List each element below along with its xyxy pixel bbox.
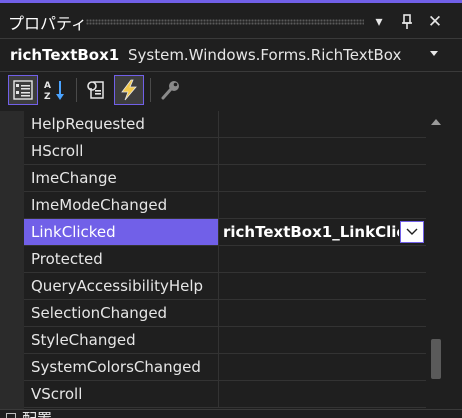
events-lightning-icon bbox=[121, 79, 137, 101]
category-label: 配置 bbox=[22, 412, 52, 418]
event-name: SelectionChanged bbox=[31, 304, 168, 322]
event-handler-value: richTextBox1_LinkClicked bbox=[223, 223, 399, 241]
close-icon[interactable]: ✕ bbox=[424, 11, 446, 33]
event-name: QueryAccessibilityHelp bbox=[31, 277, 204, 295]
pin-icon[interactable] bbox=[396, 11, 418, 33]
collapse-toggle-icon[interactable] bbox=[6, 413, 16, 418]
event-name: StyleChanged bbox=[31, 331, 136, 349]
scroll-up-arrow-icon[interactable] bbox=[431, 119, 441, 125]
alphabetical-button[interactable]: A Z bbox=[40, 75, 70, 105]
event-row-ime-mode-changed[interactable]: ImeModeChanged bbox=[24, 192, 426, 219]
toolbar-separator bbox=[76, 78, 77, 102]
window-title: プロパティ bbox=[8, 14, 88, 33]
event-name: HScroll bbox=[31, 142, 84, 160]
properties-window-titlebar: プロパティ ▾ ✕ bbox=[0, 0, 462, 38]
event-row-link-clicked[interactable]: LinkClicked richTextBox1_LinkClicked bbox=[24, 219, 426, 246]
event-value[interactable] bbox=[218, 138, 426, 164]
event-row-hscroll[interactable]: HScroll bbox=[24, 138, 426, 165]
event-row-style-changed[interactable]: StyleChanged bbox=[24, 327, 426, 354]
object-selector[interactable]: richTextBox1 System.Windows.Forms.RichTe… bbox=[0, 38, 462, 72]
event-name: HelpRequested bbox=[31, 115, 145, 133]
event-value[interactable]: richTextBox1_LinkClicked bbox=[218, 219, 426, 245]
object-type: System.Windows.Forms.RichTextBox bbox=[128, 46, 402, 64]
grid-gutter bbox=[0, 111, 24, 409]
event-row-help-requested[interactable]: HelpRequested bbox=[24, 111, 426, 138]
properties-toolbar: A Z bbox=[0, 72, 462, 110]
event-value[interactable] bbox=[218, 381, 426, 407]
event-row-query-accessibility-help[interactable]: QueryAccessibilityHelp bbox=[24, 273, 426, 300]
svg-text:A: A bbox=[44, 81, 51, 91]
handler-dropdown-button[interactable] bbox=[400, 221, 424, 243]
event-value[interactable] bbox=[218, 354, 426, 380]
chevron-down-icon[interactable] bbox=[430, 51, 438, 56]
scrollbar-thumb[interactable] bbox=[431, 339, 441, 379]
vertical-scrollbar[interactable] bbox=[426, 111, 446, 409]
event-value[interactable] bbox=[218, 273, 426, 299]
titlebar-grip[interactable] bbox=[86, 19, 364, 25]
event-name: Protected bbox=[31, 250, 103, 268]
event-name: LinkClicked bbox=[31, 223, 116, 241]
event-row-protected[interactable]: Protected bbox=[24, 246, 426, 273]
event-row-ime-change[interactable]: ImeChange bbox=[24, 165, 426, 192]
properties-button[interactable] bbox=[82, 75, 112, 105]
event-value[interactable] bbox=[218, 111, 426, 137]
event-value[interactable] bbox=[218, 192, 426, 218]
event-row-system-colors-changed[interactable]: SystemColorsChanged bbox=[24, 354, 426, 381]
property-pages-wrench-icon bbox=[161, 81, 179, 100]
alphabetical-icon: A Z bbox=[44, 81, 64, 102]
object-name: richTextBox1 bbox=[10, 46, 120, 64]
event-value[interactable] bbox=[218, 300, 426, 326]
categorized-button[interactable] bbox=[8, 75, 38, 105]
property-pages-button[interactable] bbox=[156, 75, 186, 105]
pin-icon-svg bbox=[402, 14, 412, 29]
window-menu-dropdown-icon[interactable]: ▾ bbox=[368, 11, 390, 33]
event-name: SystemColorsChanged bbox=[31, 358, 201, 376]
properties-icon bbox=[87, 81, 104, 99]
property-grid: HelpRequested HScroll ImeChange ImeModeC… bbox=[0, 111, 426, 409]
categorized-icon bbox=[13, 80, 33, 100]
chevron-down-icon bbox=[406, 228, 418, 235]
event-name: ImeModeChanged bbox=[31, 196, 168, 214]
event-row-selection-changed[interactable]: SelectionChanged bbox=[24, 300, 426, 327]
event-name: VScroll bbox=[31, 385, 83, 403]
event-value[interactable] bbox=[218, 327, 426, 353]
event-name: ImeChange bbox=[31, 169, 117, 187]
event-value[interactable] bbox=[218, 165, 426, 191]
events-button[interactable] bbox=[114, 75, 144, 105]
category-header-layout[interactable]: 配置 bbox=[0, 409, 462, 418]
event-row-vscroll[interactable]: VScroll bbox=[24, 381, 426, 408]
event-value[interactable] bbox=[218, 246, 426, 272]
toolbar-separator bbox=[150, 78, 151, 102]
svg-text:Z: Z bbox=[44, 92, 51, 102]
